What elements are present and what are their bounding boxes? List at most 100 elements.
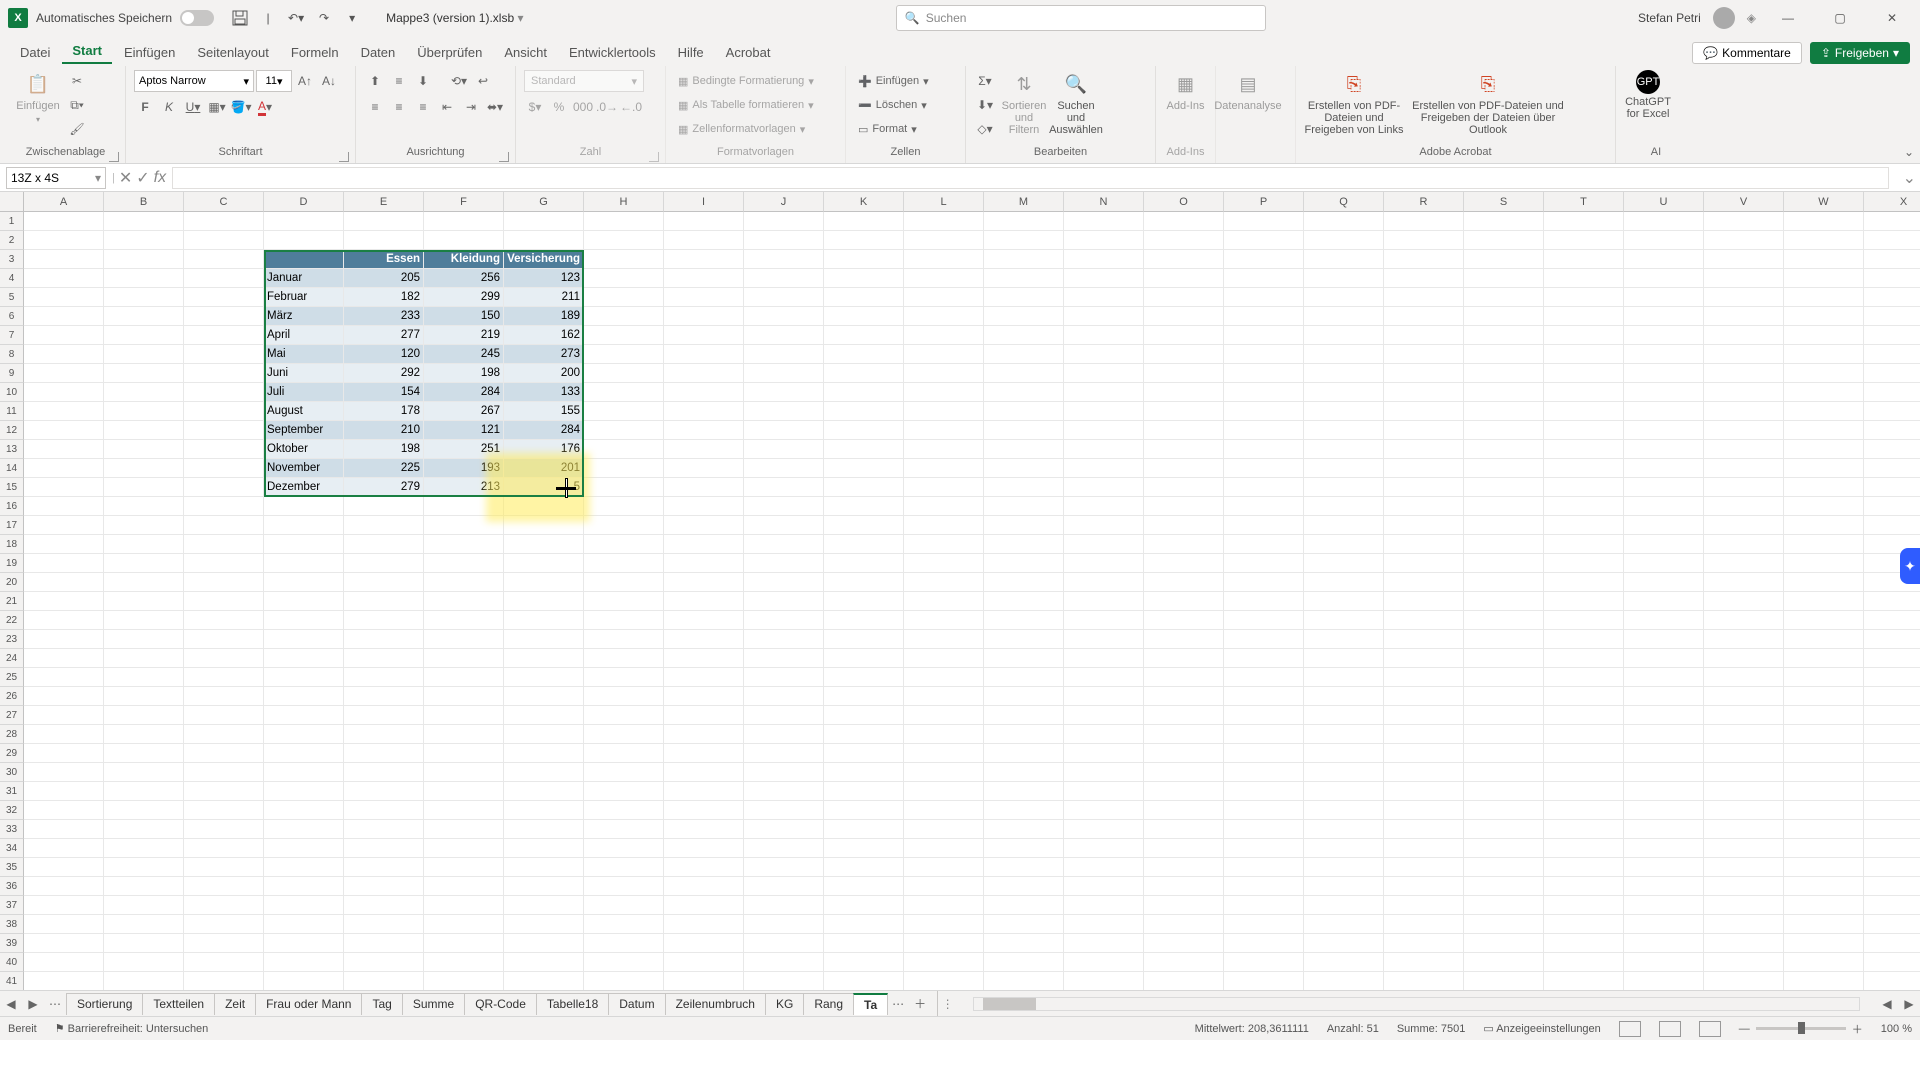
- cell-X15[interactable]: [1864, 478, 1920, 497]
- cell-V10[interactable]: [1704, 383, 1784, 402]
- cell-T13[interactable]: [1544, 440, 1624, 459]
- cell-P20[interactable]: [1224, 573, 1304, 592]
- cell-G13[interactable]: 176: [504, 440, 584, 459]
- cell-F22[interactable]: [424, 611, 504, 630]
- cell-X32[interactable]: [1864, 801, 1920, 820]
- cell-P39[interactable]: [1224, 934, 1304, 953]
- cell-I22[interactable]: [664, 611, 744, 630]
- acrobat-pdf-outlook[interactable]: ⎘Erstellen von PDF-Dateien und Freigeben…: [1408, 70, 1568, 142]
- cell-J12[interactable]: [744, 421, 824, 440]
- cell-V4[interactable]: [1704, 269, 1784, 288]
- cell-O22[interactable]: [1144, 611, 1224, 630]
- cell-L37[interactable]: [904, 896, 984, 915]
- cell-F40[interactable]: [424, 953, 504, 972]
- cell-X11[interactable]: [1864, 402, 1920, 421]
- cell-E1[interactable]: [344, 212, 424, 231]
- row-header-33[interactable]: 33: [0, 820, 24, 839]
- cell-A29[interactable]: [24, 744, 104, 763]
- cell-M36[interactable]: [984, 877, 1064, 896]
- cell-I10[interactable]: [664, 383, 744, 402]
- cell-D16[interactable]: [264, 497, 344, 516]
- cell-M12[interactable]: [984, 421, 1064, 440]
- cell-D13[interactable]: Oktober: [264, 440, 344, 459]
- cell-H25[interactable]: [584, 668, 664, 687]
- cell-C37[interactable]: [184, 896, 264, 915]
- cell-V29[interactable]: [1704, 744, 1784, 763]
- cell-T16[interactable]: [1544, 497, 1624, 516]
- cell-X41[interactable]: [1864, 972, 1920, 990]
- cell-V25[interactable]: [1704, 668, 1784, 687]
- cell-F18[interactable]: [424, 535, 504, 554]
- cell-T35[interactable]: [1544, 858, 1624, 877]
- cell-B34[interactable]: [104, 839, 184, 858]
- cell-B38[interactable]: [104, 915, 184, 934]
- cell-U7[interactable]: [1624, 326, 1704, 345]
- cell-A16[interactable]: [24, 497, 104, 516]
- cell-I20[interactable]: [664, 573, 744, 592]
- cell-L34[interactable]: [904, 839, 984, 858]
- cell-Q32[interactable]: [1304, 801, 1384, 820]
- cell-A1[interactable]: [24, 212, 104, 231]
- cell-N13[interactable]: [1064, 440, 1144, 459]
- cell-S41[interactable]: [1464, 972, 1544, 990]
- cell-U29[interactable]: [1624, 744, 1704, 763]
- format-painter-icon[interactable]: 🖌: [66, 118, 88, 140]
- cell-W4[interactable]: [1784, 269, 1864, 288]
- cell-S4[interactable]: [1464, 269, 1544, 288]
- cell-E5[interactable]: 182: [344, 288, 424, 307]
- align-left-icon[interactable]: ≡: [364, 96, 386, 118]
- cell-X36[interactable]: [1864, 877, 1920, 896]
- cell-H27[interactable]: [584, 706, 664, 725]
- cell-F39[interactable]: [424, 934, 504, 953]
- cell-E31[interactable]: [344, 782, 424, 801]
- cell-W18[interactable]: [1784, 535, 1864, 554]
- cell-O28[interactable]: [1144, 725, 1224, 744]
- cell-T18[interactable]: [1544, 535, 1624, 554]
- cell-O30[interactable]: [1144, 763, 1224, 782]
- cell-L23[interactable]: [904, 630, 984, 649]
- cell-styles[interactable]: ▦ Zellenformatvorlagen ▾: [674, 118, 818, 140]
- cell-C6[interactable]: [184, 307, 264, 326]
- cell-U4[interactable]: [1624, 269, 1704, 288]
- cell-C4[interactable]: [184, 269, 264, 288]
- cell-B6[interactable]: [104, 307, 184, 326]
- row-header-18[interactable]: 18: [0, 535, 24, 554]
- row-header-31[interactable]: 31: [0, 782, 24, 801]
- cell-G29[interactable]: [504, 744, 584, 763]
- cell-I2[interactable]: [664, 231, 744, 250]
- cell-U19[interactable]: [1624, 554, 1704, 573]
- cell-O20[interactable]: [1144, 573, 1224, 592]
- row-header-29[interactable]: 29: [0, 744, 24, 763]
- cell-A39[interactable]: [24, 934, 104, 953]
- cell-H14[interactable]: [584, 459, 664, 478]
- row-header-41[interactable]: 41: [0, 972, 24, 990]
- cell-W30[interactable]: [1784, 763, 1864, 782]
- cell-W25[interactable]: [1784, 668, 1864, 687]
- cell-W10[interactable]: [1784, 383, 1864, 402]
- cell-V32[interactable]: [1704, 801, 1784, 820]
- cell-K33[interactable]: [824, 820, 904, 839]
- cell-Q18[interactable]: [1304, 535, 1384, 554]
- cell-M19[interactable]: [984, 554, 1064, 573]
- cell-C20[interactable]: [184, 573, 264, 592]
- sheet-tab-rang[interactable]: Rang: [803, 993, 854, 1015]
- col-header-V[interactable]: V: [1704, 192, 1784, 212]
- cell-P8[interactable]: [1224, 345, 1304, 364]
- cell-D26[interactable]: [264, 687, 344, 706]
- cell-S39[interactable]: [1464, 934, 1544, 953]
- cell-J21[interactable]: [744, 592, 824, 611]
- cell-E22[interactable]: [344, 611, 424, 630]
- col-header-A[interactable]: A: [24, 192, 104, 212]
- cell-H36[interactable]: [584, 877, 664, 896]
- cell-C23[interactable]: [184, 630, 264, 649]
- cell-V40[interactable]: [1704, 953, 1784, 972]
- cell-T1[interactable]: [1544, 212, 1624, 231]
- cell-T21[interactable]: [1544, 592, 1624, 611]
- autosum-icon[interactable]: Σ▾: [974, 70, 996, 92]
- cell-L7[interactable]: [904, 326, 984, 345]
- cell-H4[interactable]: [584, 269, 664, 288]
- cell-T37[interactable]: [1544, 896, 1624, 915]
- cell-U8[interactable]: [1624, 345, 1704, 364]
- cell-K16[interactable]: [824, 497, 904, 516]
- cell-Q30[interactable]: [1304, 763, 1384, 782]
